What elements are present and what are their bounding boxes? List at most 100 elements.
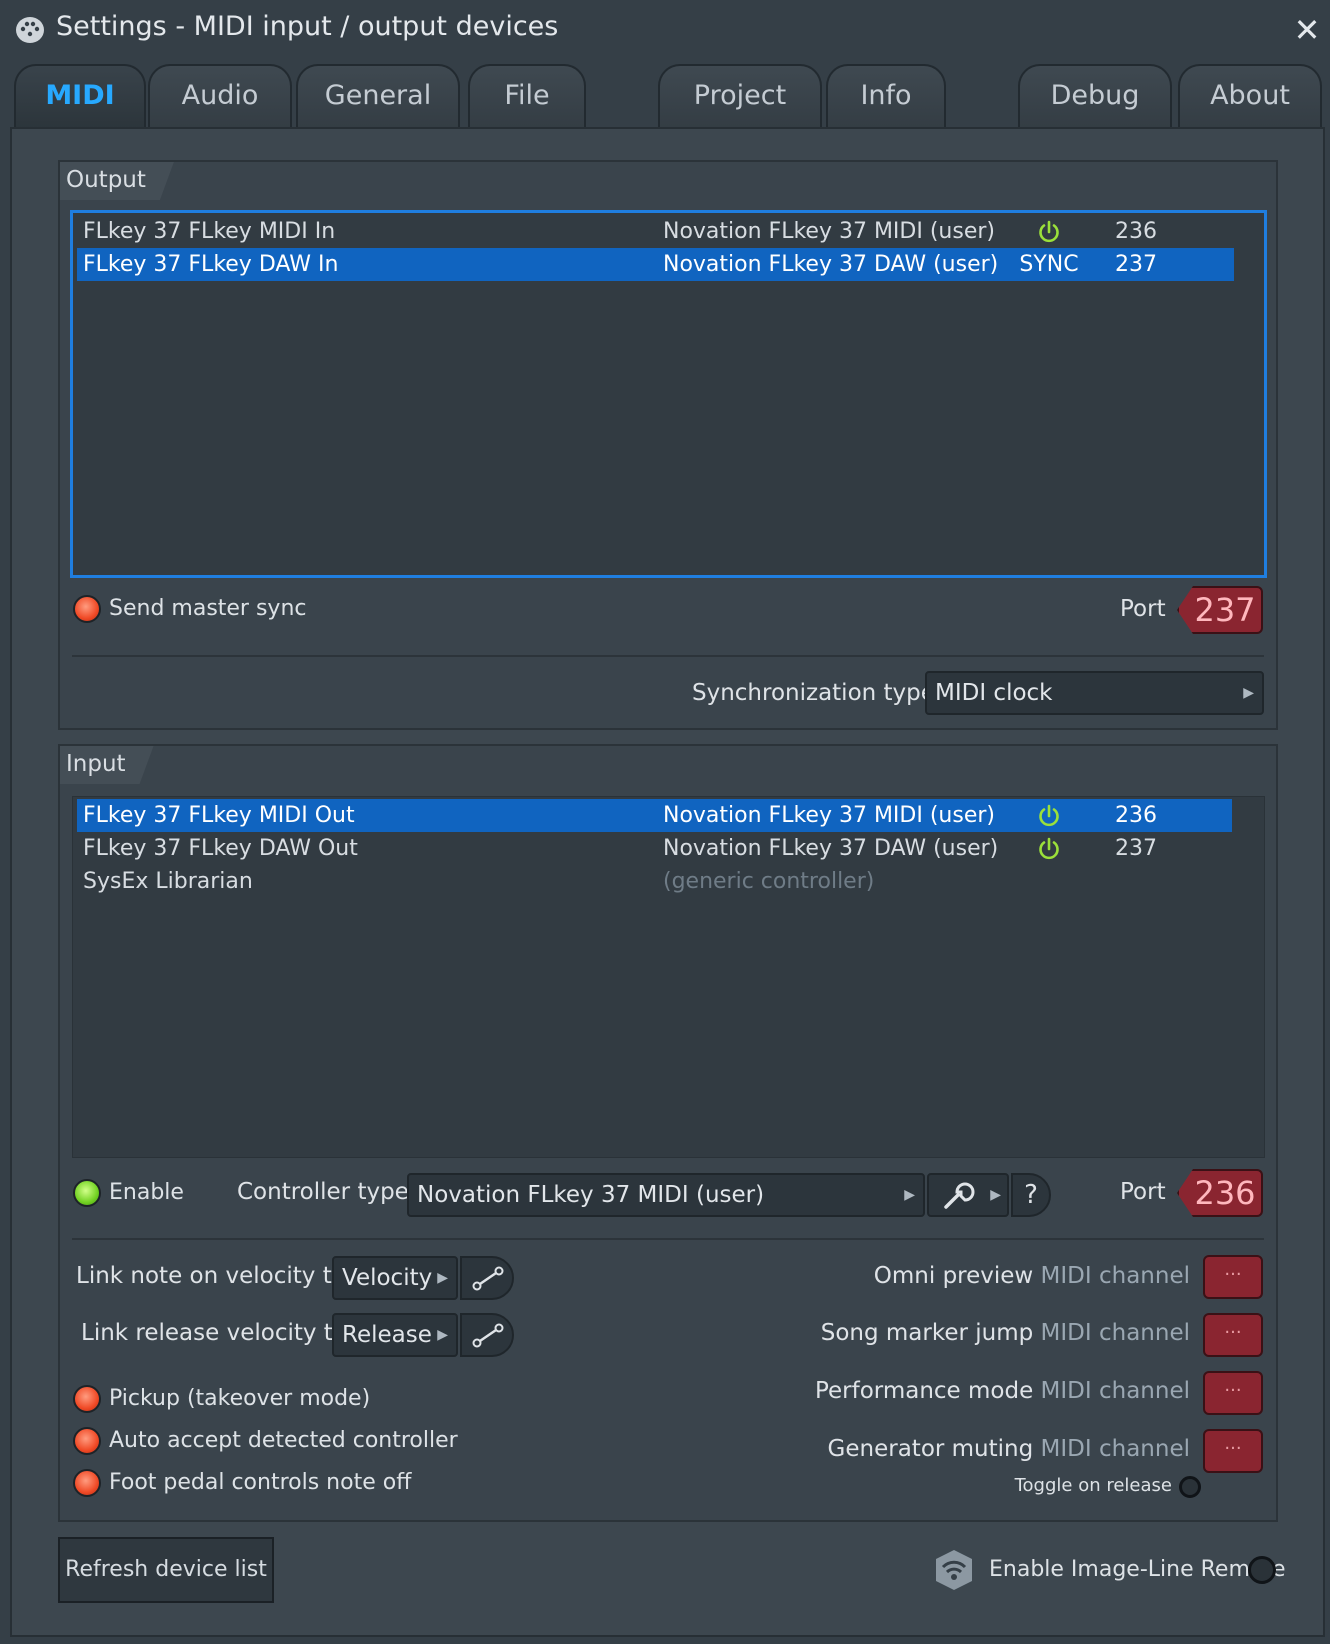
auto-accept-label: Auto accept detected controller [109, 1428, 458, 1453]
input-row-controller: (generic controller) [663, 869, 875, 894]
input-row-controller: Novation FLkey 37 DAW (user) [663, 836, 999, 861]
divider [72, 1238, 1264, 1240]
generator-muting-label: Generator muting MIDI channel [828, 1436, 1190, 1462]
input-group-label: Input [60, 746, 154, 784]
input-row-name: FLkey 37 FLkey MIDI Out [83, 803, 355, 828]
controller-type-label: Controller type [237, 1179, 409, 1205]
wrench-icon [944, 1182, 975, 1209]
input-row-port: 236 [1115, 803, 1157, 828]
enable-remote-checkbox[interactable] [1248, 1556, 1276, 1584]
output-row-controller: Novation FLkey 37 MIDI (user) [663, 219, 995, 244]
toggle-on-release-checkbox[interactable] [1179, 1476, 1201, 1498]
input-row-port: 237 [1115, 836, 1157, 861]
foot-pedal-checkbox[interactable] [73, 1469, 101, 1497]
input-device-list[interactable]: FLkey 37 FLkey MIDI Out Novation FLkey 3… [72, 796, 1265, 1158]
tab-debug[interactable]: Debug [1018, 64, 1172, 128]
controller-type-dropdown[interactable]: Novation FLkey 37 MIDI (user) ▶ [407, 1173, 925, 1217]
output-group-label: Output [60, 162, 174, 200]
input-row-name: FLkey 37 FLkey DAW Out [83, 836, 358, 861]
power-icon[interactable] [1005, 799, 1093, 832]
output-row-name: FLkey 37 FLkey DAW In [83, 252, 339, 277]
input-row[interactable]: SysEx Librarian (generic controller) [77, 865, 1232, 898]
pickup-checkbox[interactable] [73, 1385, 101, 1413]
omni-preview-label: Omni preview MIDI channel [874, 1263, 1190, 1289]
omni-preview-channel[interactable]: ··· [1203, 1255, 1263, 1299]
song-marker-jump-channel[interactable]: ··· [1203, 1313, 1263, 1357]
input-port-value[interactable]: 236 [1177, 1169, 1263, 1217]
auto-accept-checkbox[interactable] [73, 1427, 101, 1455]
channel-name: Performance mode [814, 1378, 1034, 1404]
channel-suffix: MIDI channel [1040, 1263, 1190, 1289]
output-device-list[interactable]: FLkey 37 FLkey MIDI In Novation FLkey 37… [70, 210, 1267, 578]
tab-info[interactable]: Info [826, 64, 946, 128]
song-marker-jump-label: Song marker jump MIDI channel [821, 1320, 1190, 1346]
power-icon[interactable] [1005, 215, 1093, 248]
channel-name: Omni preview [873, 1263, 1034, 1289]
input-row[interactable]: FLkey 37 FLkey DAW Out Novation FLkey 37… [77, 832, 1232, 865]
remote-wifi-icon [936, 1550, 972, 1590]
foot-pedal-label: Foot pedal controls note off [109, 1470, 412, 1495]
link-release-label: Link release velocity to [81, 1320, 347, 1346]
chevron-right-icon: ▶ [437, 1327, 448, 1343]
link-note-on-label: Link note on velocity to [76, 1263, 346, 1289]
output-port-label: Port [1120, 596, 1166, 622]
channel-name: Generator muting [827, 1436, 1034, 1462]
link-note-on-dropdown[interactable]: Velocity ▶ [332, 1256, 458, 1300]
output-port-value[interactable]: 237 [1177, 586, 1263, 634]
input-row-controller: Novation FLkey 37 MIDI (user) [663, 803, 995, 828]
channel-suffix: MIDI channel [1040, 1320, 1190, 1346]
tab-midi[interactable]: MIDI [14, 64, 146, 128]
chevron-right-icon: ▶ [904, 1187, 915, 1203]
performance-mode-channel[interactable]: ··· [1203, 1371, 1263, 1415]
curve-icon [472, 1266, 504, 1291]
send-master-sync-checkbox[interactable] [73, 595, 101, 623]
sync-type-label: Synchronization type [692, 680, 935, 706]
toggle-on-release-label: Toggle on release [1014, 1475, 1172, 1496]
enable-label: Enable [109, 1180, 184, 1205]
sync-type-dropdown[interactable]: MIDI clock ▶ [925, 671, 1264, 715]
input-port-label: Port [1120, 1179, 1166, 1205]
chevron-right-icon: ▶ [1243, 685, 1254, 701]
tab-project[interactable]: Project [658, 64, 822, 128]
chevron-right-icon: ▶ [437, 1270, 448, 1286]
midi-connector-icon [16, 17, 44, 43]
channel-suffix: MIDI channel [1040, 1378, 1190, 1404]
input-row-selected[interactable]: FLkey 37 FLkey MIDI Out Novation FLkey 3… [77, 799, 1232, 832]
title-bar: Settings - MIDI input / output devices ✕ [0, 0, 1330, 62]
power-icon[interactable] [1005, 832, 1093, 865]
link-release-value: Release [342, 1322, 432, 1348]
output-row-name: FLkey 37 FLkey MIDI In [83, 219, 336, 244]
performance-mode-label: Performance mode MIDI channel [815, 1378, 1190, 1404]
output-row-selected[interactable]: FLkey 37 FLkey DAW In Novation FLkey 37 … [77, 248, 1234, 281]
close-icon[interactable]: ✕ [1292, 14, 1322, 46]
channel-name: Song marker jump [820, 1320, 1034, 1346]
generator-muting-channel[interactable]: ··· [1203, 1429, 1263, 1473]
input-row-name: SysEx Librarian [83, 869, 253, 894]
output-row-port: 237 [1115, 252, 1157, 277]
output-row-port: 236 [1115, 219, 1157, 244]
link-release-dropdown[interactable]: Release ▶ [332, 1313, 458, 1357]
output-row[interactable]: FLkey 37 FLkey MIDI In Novation FLkey 37… [77, 215, 1234, 248]
window-title: Settings - MIDI input / output devices [56, 11, 559, 42]
tab-audio[interactable]: Audio [148, 64, 292, 128]
sync-type-value: MIDI clock [935, 680, 1053, 706]
channel-suffix: MIDI channel [1040, 1436, 1190, 1462]
tab-file[interactable]: File [468, 64, 586, 128]
output-row-controller: Novation FLkey 37 DAW (user) [663, 252, 999, 277]
link-note-on-curve-button[interactable] [460, 1256, 514, 1300]
tab-about[interactable]: About [1178, 64, 1322, 128]
controller-type-value: Novation FLkey 37 MIDI (user) [417, 1182, 765, 1208]
link-note-on-value: Velocity [342, 1265, 433, 1291]
refresh-device-list-button[interactable]: Refresh device list [58, 1537, 274, 1603]
send-master-sync-label: Send master sync [109, 596, 307, 621]
pickup-label: Pickup (takeover mode) [109, 1386, 371, 1411]
curve-icon [472, 1323, 504, 1348]
divider [72, 655, 1264, 657]
output-row-status: SYNC [1019, 252, 1079, 277]
enable-checkbox[interactable] [73, 1179, 101, 1207]
tab-general[interactable]: General [296, 64, 460, 128]
controller-settings-button[interactable]: ▶ [927, 1173, 1009, 1217]
link-release-curve-button[interactable] [460, 1313, 514, 1357]
enable-remote-label: Enable Image-Line Remote [989, 1557, 1286, 1582]
chevron-right-icon: ▶ [990, 1187, 1001, 1203]
